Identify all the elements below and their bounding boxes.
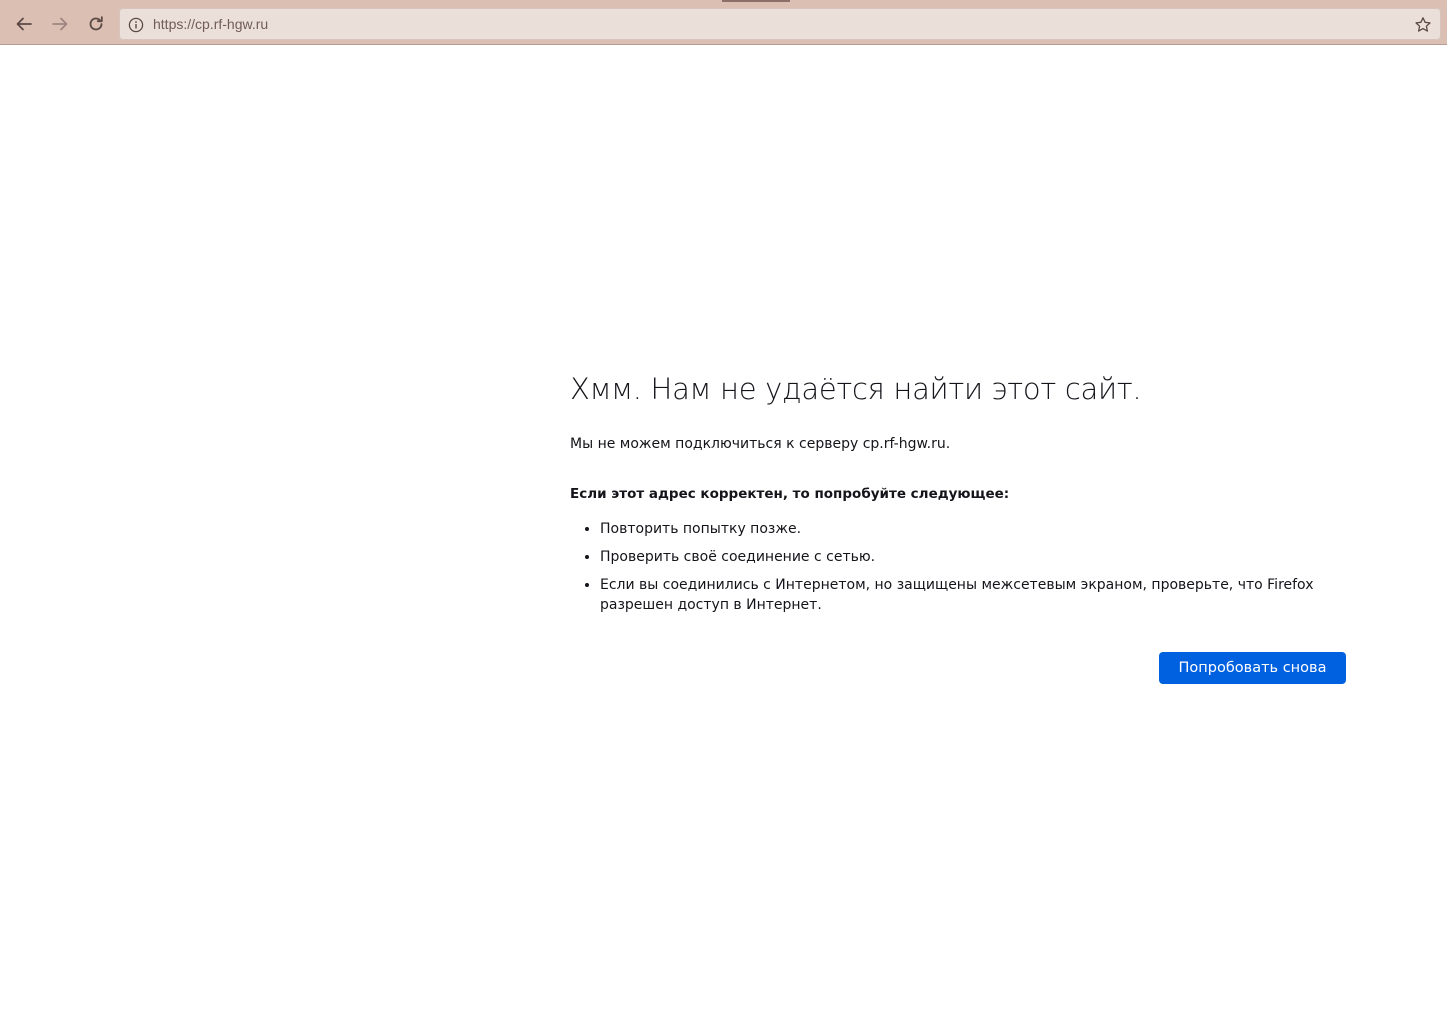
list-item: Повторить попытку позже. [600,519,1350,539]
error-container: Хмм. Нам не удаётся найти этот сайт. Мы … [570,368,1350,623]
arrow-right-icon [51,15,69,33]
reload-icon [87,15,105,33]
forward-button[interactable] [44,8,76,40]
url-input[interactable] [153,16,1393,32]
error-title: Хмм. Нам не удаётся найти этот сайт. [570,372,1142,406]
error-description: Мы не можем подключиться к серверу cp.rf… [570,436,951,452]
reload-button[interactable] [80,8,112,40]
info-circle-icon[interactable] [126,15,146,35]
browser-toolbar [0,0,1447,45]
list-item: Проверить своё соединение с сетью. [600,547,1350,567]
suggestions-heading: Если этот адрес корректен, то попробуйте… [570,486,1010,502]
url-bar[interactable] [119,8,1441,40]
list-item: Если вы соединились с Интернетом, но защ… [600,575,1350,615]
star-icon[interactable] [1412,14,1434,36]
arrow-left-icon [15,15,33,33]
try-again-button[interactable]: Попробовать снова [1159,652,1346,684]
suggestions-list: Повторить попытку позже. Проверить своё … [570,519,1350,615]
tab-indicator [722,0,790,2]
back-button[interactable] [8,8,40,40]
